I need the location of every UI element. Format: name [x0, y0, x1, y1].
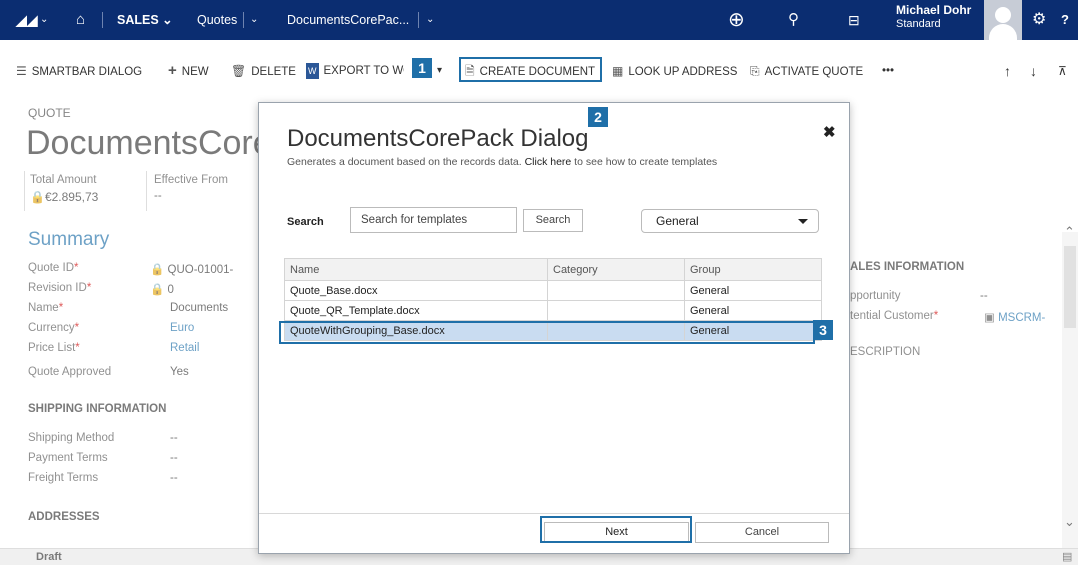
- template-group[interactable]: General: [684, 280, 822, 301]
- cancel-button[interactable]: Cancel: [695, 522, 829, 543]
- caret-down-icon: [798, 219, 808, 224]
- callout-number: 3: [813, 320, 833, 340]
- search-input[interactable]: Search for templates: [350, 207, 517, 233]
- nav-separator: [243, 12, 244, 28]
- help-link[interactable]: Click here: [525, 156, 572, 168]
- avatar[interactable]: [984, 0, 1022, 40]
- column-header-category[interactable]: Category: [547, 258, 685, 281]
- nav-record-name[interactable]: DocumentsCorePac...: [287, 0, 409, 40]
- callout-highlight-template-row: [279, 321, 815, 344]
- column-header-group[interactable]: Group: [684, 258, 822, 281]
- arrow-down-icon[interactable]: ↓: [1030, 63, 1037, 79]
- template-name[interactable]: Quote_Base.docx: [284, 280, 548, 301]
- dialog-title: DocumentsCorePack Dialog: [287, 125, 589, 152]
- search-icon[interactable]: ⚲: [788, 0, 799, 40]
- activate-icon: ⎘: [750, 64, 760, 78]
- nav-area-sales[interactable]: SALES ⌄: [117, 0, 173, 40]
- help-icon[interactable]: ?: [1061, 0, 1069, 40]
- plus-icon: +: [168, 62, 177, 79]
- close-icon[interactable]: ✖: [823, 123, 836, 141]
- callout-number: 1: [412, 58, 432, 78]
- template-name[interactable]: Quote_QR_Template.docx: [284, 300, 548, 321]
- callout-highlight-next-button: [540, 516, 692, 543]
- trash-icon: 🗑: [231, 64, 247, 78]
- advanced-find-icon[interactable]: ⊟: [848, 0, 860, 40]
- new-button[interactable]: + NEW: [168, 63, 209, 79]
- search-label: Search: [287, 216, 324, 228]
- nav-separator: [418, 12, 419, 28]
- smartbar-dialog-button[interactable]: ☰ SMARTBAR DIALOG: [16, 63, 142, 79]
- column-header-name[interactable]: Name: [284, 258, 548, 281]
- template-category[interactable]: [547, 300, 685, 321]
- table-row[interactable]: Quote_Base.docx General: [284, 280, 822, 301]
- callout-highlight-create-document: [459, 57, 602, 82]
- chevron-down-icon[interactable]: ⌄: [40, 0, 48, 40]
- callout-number: 2: [588, 107, 608, 127]
- nav-entity-quotes[interactable]: Quotes: [197, 0, 237, 40]
- address-book-icon: ▦: [612, 64, 624, 78]
- arrow-up-icon[interactable]: ↑: [1004, 63, 1011, 79]
- dynamics-logo-icon[interactable]: ◢◢: [16, 0, 38, 40]
- create-plus-icon[interactable]: ⊕: [728, 0, 745, 40]
- smartbar-icon: ☰: [16, 64, 27, 78]
- search-button[interactable]: Search: [523, 209, 583, 232]
- user-name[interactable]: Michael Dohr: [896, 3, 971, 17]
- chevron-down-icon[interactable]: ⌄: [250, 0, 258, 40]
- more-commands-button[interactable]: •••: [882, 63, 894, 79]
- user-role: Standard: [896, 18, 941, 30]
- group-select[interactable]: General: [641, 209, 819, 233]
- expand-icon[interactable]: ⊼: [1058, 63, 1067, 79]
- dialog-subtitle: Generates a document based on the record…: [287, 156, 718, 168]
- activate-quote-button[interactable]: ⎘ ACTIVATE QUOTE: [750, 63, 863, 79]
- table-header-row: Name Category Group: [284, 258, 822, 281]
- footer-divider: [259, 513, 849, 514]
- delete-button[interactable]: 🗑 DELETE: [231, 63, 296, 79]
- look-up-address-button[interactable]: ▦ LOOK UP ADDRESS: [612, 63, 737, 79]
- word-icon: W: [306, 63, 319, 79]
- nav-separator: [102, 12, 103, 28]
- template-group[interactable]: General: [684, 300, 822, 321]
- gear-icon[interactable]: ⚙: [1032, 0, 1046, 40]
- home-icon[interactable]: ⌂: [76, 0, 85, 40]
- table-row[interactable]: Quote_QR_Template.docx General: [284, 300, 822, 321]
- export-to-word-button[interactable]: W EXPORT TO WO: [306, 63, 404, 79]
- chevron-down-icon[interactable]: ⌄: [426, 0, 434, 40]
- template-category[interactable]: [547, 280, 685, 301]
- chevron-down-icon[interactable]: ▾: [437, 63, 442, 79]
- top-navigation-bar: ◢◢ ⌄ ⌂ SALES ⌄ Quotes ⌄ DocumentsCorePac…: [0, 0, 1078, 40]
